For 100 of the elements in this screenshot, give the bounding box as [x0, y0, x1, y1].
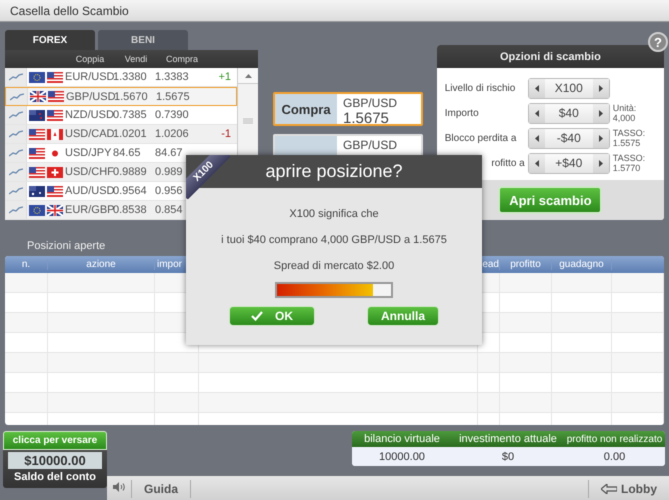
note-text: 4,000 [612, 113, 636, 123]
note-text: TASSO: [612, 128, 646, 138]
quote-row[interactable]: EUR/USD1.3380 1.3383 +1 [5, 68, 237, 87]
help-button[interactable]: ? [648, 32, 668, 52]
left-triangle-icon [534, 160, 539, 166]
note-text: 1.5575 [612, 138, 642, 148]
sell-price-cell-text: 1.5670 [114, 90, 149, 102]
chart-line-icon[interactable] [8, 149, 22, 157]
option-label: Livello di rischio [444, 82, 516, 94]
pair-cell: AUD/USD [65, 185, 113, 197]
chart-line-icon[interactable] [8, 187, 22, 195]
sell-price-cell-text: 0.9564 [113, 185, 148, 197]
decrease-button[interactable] [528, 78, 545, 98]
flag-icon [30, 91, 46, 102]
pair-cell: USD/CHF [65, 166, 113, 178]
dialog-text: i tuoi $40 comprano 4,000 GBP/USD a 1.5675 [221, 234, 447, 246]
sell-price-cell-text: 0.9889 [113, 166, 148, 178]
quote-row[interactable]: USD/CAD1.0201 1.0206 -1 [5, 125, 237, 144]
flag-icon [29, 148, 45, 158]
sell-price-cell-text: 0.7385 [113, 109, 148, 121]
help-link[interactable]: Guida [132, 482, 190, 496]
increase-button[interactable] [592, 78, 609, 98]
column-header: profitto [500, 259, 552, 270]
increase-button[interactable] [592, 128, 609, 148]
scroll-up-button[interactable] [238, 68, 258, 84]
column-header: bilancio virtuale [363, 433, 441, 445]
right-triangle-icon [598, 110, 603, 116]
pair-cell: GBP/USD [66, 90, 114, 102]
up-triangle-icon [244, 74, 252, 78]
sell-price-cell-text: 0.8538 [113, 204, 148, 216]
change-cell-text: +1 [217, 71, 232, 83]
flag-icon [29, 204, 45, 216]
buy-price-cell-text: 0.956 [155, 185, 184, 197]
increase-button[interactable] [592, 104, 609, 122]
pair-cell: USD/CAD [65, 128, 113, 140]
sell-price-cell-text: 1.0201 [113, 128, 148, 140]
flag-icon [47, 186, 63, 196]
flag-icon [29, 110, 45, 120]
option-label: Blocco perdita a [444, 132, 518, 144]
column-header: investimento attuale [458, 433, 558, 445]
left-triangle-icon [534, 110, 539, 116]
flag-icon [47, 128, 63, 140]
decrease-button[interactable] [528, 154, 545, 172]
market-tab[interactable]: FOREX [5, 30, 95, 50]
chart-line-icon[interactable] [8, 111, 22, 119]
flag-icon [48, 91, 64, 102]
left-triangle-icon [534, 84, 539, 92]
buy-price-cell-text: 0.854 [155, 204, 184, 216]
value-stepper[interactable]: $40 [528, 102, 610, 124]
change-cell-text: -1 [220, 128, 232, 140]
decrease-button[interactable] [528, 128, 545, 148]
quote-row[interactable]: NZD/USD0.7385 0.7390 [5, 106, 237, 125]
quote-row[interactable]: GBP/USD1.5670 1.5675 [5, 87, 237, 106]
scroll-thumb-grip-icon[interactable] [243, 118, 253, 124]
buy-price-cell-text: 84.67 [155, 147, 184, 159]
chart-line-icon[interactable] [8, 206, 22, 214]
flag-icon [47, 204, 63, 216]
buy-price-cell-text: 0.989 [155, 166, 184, 178]
decrease-button[interactable] [528, 104, 545, 122]
right-triangle-icon [598, 84, 603, 92]
lobby-button[interactable]: Lobby [589, 482, 669, 496]
sell-price-cell-text: 84.65 [113, 147, 142, 159]
note-text: 1.5770 [612, 163, 642, 173]
value-stepper[interactable]: -$40 [528, 128, 610, 148]
option-label: rofitto a [491, 158, 525, 168]
column-header: n. [5, 259, 48, 270]
chart-line-icon[interactable] [8, 73, 22, 81]
summary-value: 0.00 [602, 450, 626, 462]
chart-line-icon[interactable] [10, 92, 24, 100]
pair-cell: EUR/GBP [65, 204, 113, 216]
market-tab[interactable]: BENI [98, 30, 188, 50]
buy-price-cell-text: 0.7390 [155, 109, 190, 121]
value-stepper[interactable]: X100 [528, 78, 610, 98]
right-triangle-icon [598, 134, 603, 142]
flag-icon [47, 72, 63, 82]
value-stepper[interactable]: +$40 [528, 152, 610, 174]
right-triangle-icon [598, 160, 603, 166]
summary-value: $0 [500, 450, 516, 462]
column-header: Compra [164, 54, 199, 64]
column-header: guadagno [552, 259, 612, 270]
stepper-value: $40 [558, 104, 580, 122]
column-header: profitto non realizzato [566, 434, 664, 444]
flag-icon [29, 166, 45, 178]
checkmark-icon [251, 311, 263, 321]
section-title: Posizioni aperte [27, 240, 106, 252]
speaker-icon[interactable] [113, 482, 125, 492]
summary-value: 10000.00 [378, 450, 426, 462]
flag-icon [29, 186, 45, 196]
sell-price-cell-text: 1.3380 [113, 71, 148, 83]
chart-line-icon[interactable] [8, 168, 22, 176]
buy-price-cell-text: 1.5675 [156, 90, 191, 102]
increase-button[interactable] [592, 154, 609, 172]
buy-price-cell-text: 1.3383 [155, 71, 190, 83]
flag-icon [29, 128, 45, 140]
chart-line-icon[interactable] [8, 130, 22, 138]
balance-value: $10000.00 [8, 452, 102, 469]
flag-icon [47, 110, 63, 120]
note-text: TASSO: [612, 153, 646, 163]
pair-cell: NZD/USD [65, 109, 113, 121]
flag-icon [47, 166, 63, 178]
